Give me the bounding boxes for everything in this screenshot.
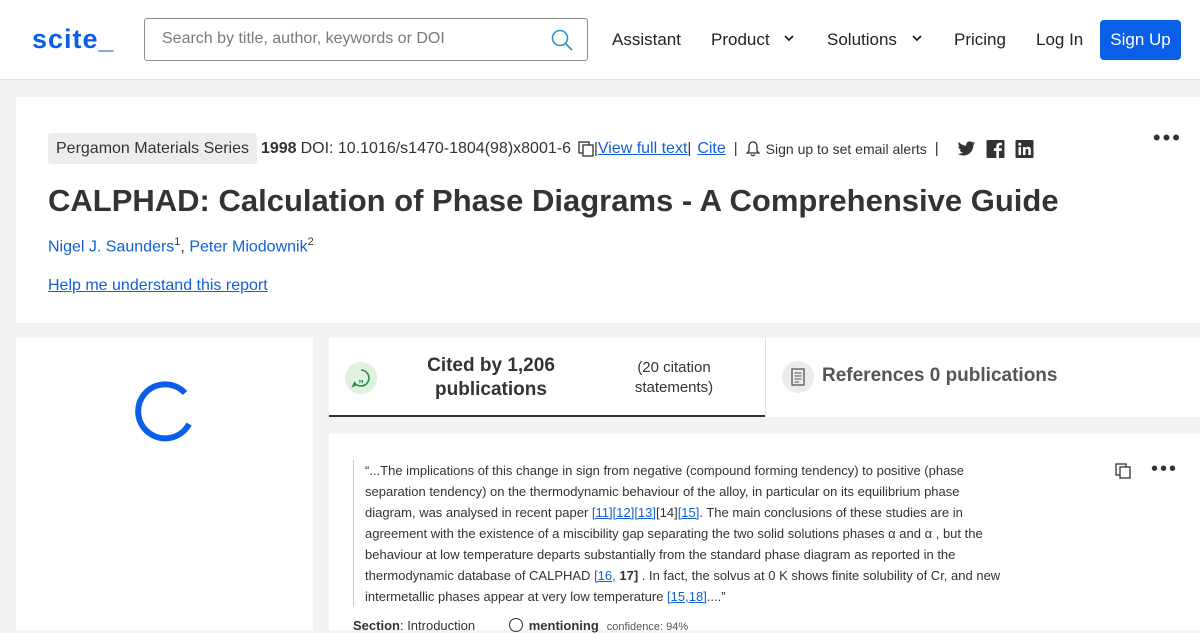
loading-spinner-icon [135, 381, 192, 442]
svg-text:„: „ [358, 373, 364, 385]
cited-by-count: Cited by 1,206 publications [427, 355, 555, 400]
twitter-icon[interactable] [957, 140, 976, 158]
reference-link-highlight[interactable]: 17] [619, 568, 638, 583]
sidebar-card [16, 338, 313, 630]
citation-snippet-card: “...The implications of this change in s… [329, 434, 1200, 633]
reference-link[interactable]: [13] [634, 505, 656, 520]
scite-logo[interactable]: scite_ [32, 24, 115, 55]
search-input[interactable] [162, 19, 552, 59]
nav-login[interactable]: Log In [1036, 30, 1083, 50]
bell-icon[interactable] [745, 140, 760, 157]
nav-pricing[interactable]: Pricing [954, 30, 1006, 50]
publication-year: 1998 [260, 139, 297, 157]
document-icon [782, 361, 814, 393]
email-alerts-link[interactable]: Sign up to set email alerts [766, 141, 927, 157]
snippet-footer: Section: Introduction mentioning confiden… [353, 618, 688, 633]
more-options-icon[interactable]: ••• [1151, 458, 1178, 481]
chevron-down-icon [912, 35, 922, 42]
facebook-icon[interactable] [986, 139, 1005, 158]
paper-meta-row: Pergamon Materials Series 1998 DOI: 10.1… [48, 133, 1034, 164]
tab-cited-by[interactable]: „ Cited by 1,206 publications (20 citati… [329, 338, 765, 417]
top-navbar: scite_ Assistant Product Solutions Prici… [0, 0, 1200, 80]
pipe-separator: | [934, 140, 939, 157]
reference-link[interactable]: [16, [594, 568, 616, 583]
author-separator: , [180, 238, 190, 256]
pipe-separator: | [733, 140, 738, 157]
tab-references[interactable]: References 0 publications [765, 338, 1200, 417]
cite-link[interactable]: Cite [697, 140, 725, 158]
nav-assistant[interactable]: Assistant [612, 30, 681, 50]
reference-link[interactable]: [14] [656, 505, 678, 520]
nav-product-label: Product [711, 30, 770, 49]
references-count: References 0 publications [822, 365, 1058, 386]
paper-header-card: Pergamon Materials Series 1998 DOI: 10.1… [16, 97, 1200, 323]
reference-link[interactable]: [15] [678, 505, 700, 520]
reference-link[interactable]: [12] [613, 505, 635, 520]
series-badge: Pergamon Materials Series [48, 133, 257, 164]
more-options-icon[interactable]: ••• [1153, 125, 1182, 151]
doi-text: DOI: 10.1016/s1470-1804(98)x8001-6 [300, 139, 571, 157]
quote-text: ....” [706, 589, 726, 604]
classification-label: mentioning [528, 618, 599, 633]
linkedin-icon[interactable] [1015, 139, 1034, 158]
search-icon[interactable] [551, 29, 573, 51]
reference-link[interactable]: [15,18] [667, 589, 707, 604]
paper-title: CALPHAD: Calculation of Phase Diagrams -… [48, 183, 1059, 218]
author-list: Nigel J. Saunders1, Peter Miodownik2 [48, 236, 314, 256]
view-full-text-link[interactable]: View full text [598, 140, 688, 158]
citation-tabs: „ Cited by 1,206 publications (20 citati… [329, 338, 1200, 417]
help-understand-link[interactable]: Help me understand this report [48, 277, 268, 295]
nav-solutions[interactable]: Solutions [827, 30, 922, 50]
author-link[interactable]: Nigel J. Saunders [48, 238, 174, 255]
nav-solutions-label: Solutions [827, 30, 897, 49]
section-label: Section [353, 618, 400, 633]
section-value: : Introduction [399, 618, 476, 633]
search-box[interactable] [144, 18, 588, 61]
copy-icon[interactable] [1115, 463, 1131, 479]
confidence-value: confidence: 94% [606, 621, 689, 633]
speech-bubble-icon: „ [345, 362, 377, 394]
pipe-separator: | [687, 140, 692, 157]
chevron-down-icon [784, 35, 794, 42]
signup-button[interactable]: Sign Up [1100, 20, 1181, 60]
author-link[interactable]: Peter Miodownik [189, 238, 307, 255]
citation-quote: “...The implications of this change in s… [353, 460, 1011, 607]
citation-statements-count: (20 citation statements) [634, 359, 714, 396]
author-affiliation-number: 2 [307, 236, 314, 248]
copy-icon[interactable] [578, 140, 594, 157]
reference-link[interactable]: [11] [592, 505, 613, 520]
nav-product[interactable]: Product [711, 30, 794, 50]
